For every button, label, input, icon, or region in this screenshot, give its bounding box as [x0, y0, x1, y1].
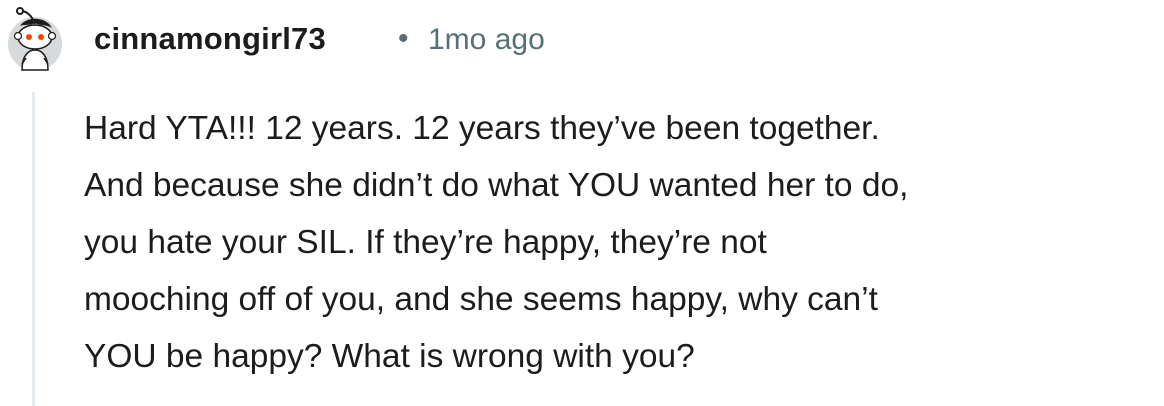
- comment-body-line: Hard YTA!!! 12 years. 12 years they’ve b…: [84, 110, 880, 147]
- comment-body-line: YOU be happy? What is wrong with you?: [84, 338, 695, 375]
- comment-body-line: you hate your SIL. If they’re happy, the…: [84, 224, 767, 261]
- meta-separator: •: [398, 22, 409, 55]
- comment: cinnamongirl73 • 1mo ago Hard YTA!!! 12 …: [0, 0, 1164, 406]
- comment-header: cinnamongirl73 • 1mo ago: [0, 0, 1164, 80]
- author-username[interactable]: cinnamongirl73: [94, 21, 326, 57]
- thread-collapse-line[interactable]: [32, 92, 35, 406]
- comment-body: Hard YTA!!! 12 years. 12 years they’ve b…: [84, 100, 1160, 385]
- comment-body-line: mooching off of you, and she seems happy…: [84, 281, 878, 318]
- comment-body-line: And because she didn’t do what YOU wante…: [84, 167, 909, 204]
- comment-timestamp[interactable]: 1mo ago: [428, 23, 545, 57]
- snoo-avatar-icon[interactable]: [2, 4, 68, 72]
